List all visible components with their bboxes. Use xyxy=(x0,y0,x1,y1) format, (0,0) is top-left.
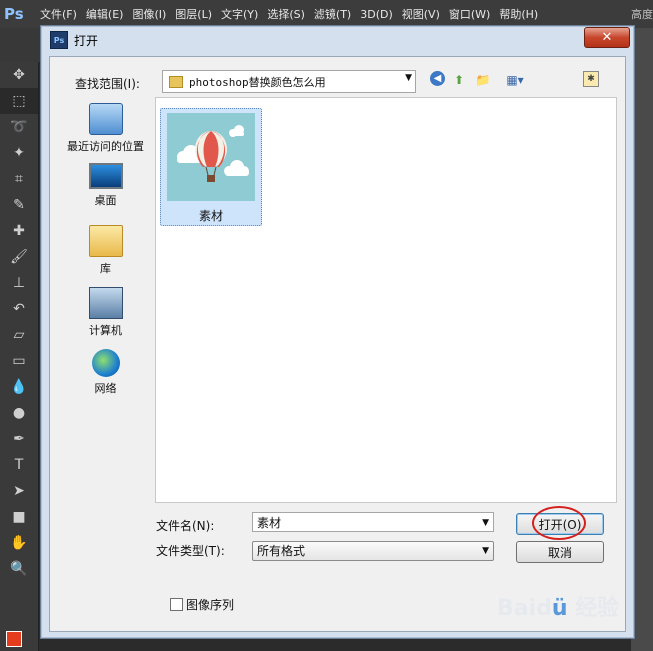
gradient-icon[interactable]: ▭ xyxy=(0,348,38,374)
place-label: 库 xyxy=(100,262,111,275)
folder-icon xyxy=(169,75,183,88)
type-icon[interactable]: T xyxy=(0,452,38,478)
marquee-icon[interactable]: ⬚ xyxy=(0,88,38,114)
dialog-titlebar[interactable]: Ps 打开 ✕ xyxy=(41,26,634,54)
recent-places-icon xyxy=(88,103,123,135)
blur-icon[interactable]: 💧 xyxy=(0,374,38,400)
close-button[interactable]: ✕ xyxy=(584,27,630,48)
preview-icon[interactable]: ✱ xyxy=(583,71,599,87)
menu-image[interactable]: 图像(I) xyxy=(132,6,166,22)
menu-window[interactable]: 窗口(W) xyxy=(449,6,490,22)
menu-layer[interactable]: 图层(L) xyxy=(175,6,212,22)
pen-icon[interactable]: ✒ xyxy=(0,426,38,452)
lookin-label: 查找范围(I): xyxy=(75,77,140,91)
place-desktop[interactable]: 桌面 xyxy=(62,163,149,208)
computer-icon xyxy=(88,287,123,319)
shape-icon[interactable]: ■ xyxy=(0,504,38,530)
menu-overflow-text: 高度 xyxy=(631,8,653,21)
foreground-color-swatch[interactable] xyxy=(6,631,22,647)
baidu-watermark: Baidü 经验 xyxy=(497,596,620,621)
tools-panel: ✥ ⬚ ➰ ✦ ⌗ ✎ ✚ 🖌 ⊥ ↶ ▱ ▭ 💧 ● ✒ T ➤ ■ ✋ 🔍 xyxy=(0,62,39,651)
eraser-icon[interactable]: ▱ xyxy=(0,322,38,348)
dodge-icon[interactable]: ● xyxy=(0,400,38,426)
menu-edit[interactable]: 编辑(E) xyxy=(86,6,124,22)
menu-help[interactable]: 帮助(H) xyxy=(499,6,538,22)
menu-view[interactable]: 视图(V) xyxy=(402,6,440,22)
view-menu-icon[interactable]: ▦▾ xyxy=(502,71,528,89)
eyedropper-icon[interactable]: ✎ xyxy=(0,192,38,218)
cancel-button[interactable]: 取消 xyxy=(516,541,604,563)
network-icon xyxy=(91,349,120,377)
file-list[interactable]: 素材 xyxy=(155,97,617,503)
file-name-label: 素材 xyxy=(198,209,223,223)
ps-logo: Ps xyxy=(4,5,24,23)
magic-wand-icon[interactable]: ✦ xyxy=(0,140,38,166)
crop-icon[interactable]: ⌗ xyxy=(0,166,38,192)
place-label: 桌面 xyxy=(94,194,117,207)
place-recent[interactable]: 最近访问的位置 xyxy=(62,103,149,154)
path-select-icon[interactable]: ➤ xyxy=(0,478,38,504)
back-icon[interactable]: ◀ xyxy=(430,71,445,86)
hand-icon[interactable]: ✋ xyxy=(0,530,38,556)
image-sequence-label: 图像序列 xyxy=(186,598,235,612)
menu-filter[interactable]: 滤镜(T) xyxy=(314,6,351,22)
open-button[interactable]: 打开(O) xyxy=(516,513,604,535)
filename-input[interactable]: 素材 ▼ xyxy=(252,512,494,532)
filename-label: 文件名(N): xyxy=(156,519,215,533)
chevron-down-icon[interactable]: ▼ xyxy=(482,513,489,533)
place-library[interactable]: 库 xyxy=(62,225,149,276)
stamp-icon[interactable]: ⊥ xyxy=(0,270,38,296)
filetype-value: 所有格式 xyxy=(257,544,306,558)
open-dialog: Ps 打开 ✕ 查找范围(I): photoshop替换颜色怎么用 ▼ ◀ ⬆ … xyxy=(40,25,635,639)
chevron-down-icon[interactable]: ▼ xyxy=(405,73,412,83)
history-brush-icon[interactable]: ↶ xyxy=(0,296,38,322)
dialog-title: 打开 xyxy=(74,33,99,48)
lasso-icon[interactable]: ➰ xyxy=(0,114,38,140)
place-label: 计算机 xyxy=(89,324,122,337)
up-folder-icon[interactable]: ⬆ xyxy=(450,71,468,89)
lookin-value: photoshop替换颜色怎么用 xyxy=(189,75,326,89)
brush-icon[interactable]: 🖌 xyxy=(0,244,38,270)
dialog-body: 查找范围(I): photoshop替换颜色怎么用 ▼ ◀ ⬆ 📁 ▦▾ ✱ 最… xyxy=(49,56,626,632)
menu-file[interactable]: 文件(F) xyxy=(40,6,77,22)
filetype-label: 文件类型(T): xyxy=(156,544,225,558)
menu-3d[interactable]: 3D(D) xyxy=(360,8,393,21)
place-network[interactable]: 网络 xyxy=(62,349,149,396)
filetype-select[interactable]: 所有格式 ▼ xyxy=(252,541,494,561)
file-item[interactable]: 素材 xyxy=(160,108,262,226)
image-sequence-checkbox[interactable] xyxy=(170,598,183,611)
new-folder-icon[interactable]: 📁 xyxy=(474,71,492,89)
ps-app-icon: Ps xyxy=(50,31,68,49)
place-computer[interactable]: 计算机 xyxy=(62,287,149,338)
options-bar xyxy=(0,28,40,63)
place-label: 网络 xyxy=(94,382,117,395)
move-icon[interactable]: ✥ xyxy=(0,62,38,88)
place-label: 最近访问的位置 xyxy=(67,140,144,153)
lookin-combobox[interactable]: photoshop替换颜色怎么用 ▼ xyxy=(162,70,416,93)
ps-menubar: Ps 文件(F) 编辑(E) 图像(I) 图层(L) 文字(Y) 选择(S) 滤… xyxy=(0,0,653,28)
library-icon xyxy=(88,225,123,257)
menu-type[interactable]: 文字(Y) xyxy=(221,6,258,22)
desktop-icon xyxy=(88,163,123,189)
chevron-down-icon[interactable]: ▼ xyxy=(482,542,489,561)
filename-value: 素材 xyxy=(257,516,282,530)
healing-icon[interactable]: ✚ xyxy=(0,218,38,244)
hot-air-balloon-thumbnail xyxy=(167,113,255,201)
menu-select[interactable]: 选择(S) xyxy=(267,6,305,22)
places-bar: 最近访问的位置 桌面 库 计算机 网络 xyxy=(62,97,149,575)
zoom-icon[interactable]: 🔍 xyxy=(0,556,38,582)
